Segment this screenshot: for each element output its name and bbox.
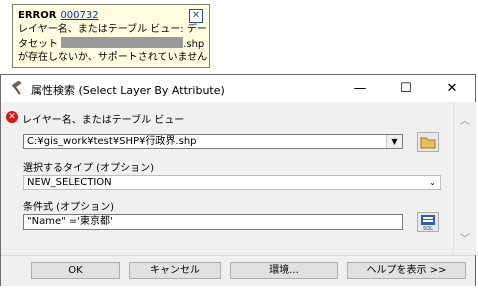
expression-value: "Name" ='東京都'	[27, 216, 113, 227]
cancel-button[interactable]: キャンセル	[129, 262, 221, 279]
minimize-button[interactable]: —	[337, 75, 383, 102]
error-label: ERROR	[18, 10, 57, 21]
vertical-scrollbar[interactable]: ︿ ﹀	[453, 102, 476, 255]
tooltip-close-button[interactable]: ✕	[189, 9, 203, 23]
layer-value: C:¥gis_work¥test¥SHP¥行政界.shp	[27, 136, 197, 147]
title-bar: 属性検索 (Select Layer By Attribute) — ☐ ✕	[1, 75, 475, 102]
selection-type-value: NEW_SELECTION	[27, 177, 112, 188]
selection-type-label: 選択するタイプ (オプション)	[23, 163, 154, 174]
chevron-down-icon[interactable]: ⌄	[425, 176, 440, 189]
error-header: ERROR 000732	[18, 9, 99, 23]
browse-folder-button[interactable]	[417, 132, 439, 152]
error-x-icon: ✕	[6, 111, 18, 123]
ok-button[interactable]: OK	[31, 262, 120, 279]
error-message-prefix: タセット	[18, 39, 58, 50]
redacted-path	[61, 37, 184, 48]
layer-label: レイヤー名、またはテーブル ビュー	[22, 115, 185, 126]
close-button[interactable]: ✕	[429, 75, 475, 102]
layer-select[interactable]: C:¥gis_work¥test¥SHP¥行政界.shp ▼	[23, 134, 403, 149]
selection-type-select[interactable]: NEW_SELECTION ⌄	[23, 175, 441, 190]
error-message-line2: タセット .shp	[18, 37, 204, 52]
error-message-line3: が存在しないか、サポートされていません	[18, 52, 208, 63]
show-help-button[interactable]: ヘルプを表示 >>	[347, 262, 466, 279]
scroll-down-icon[interactable]: ﹀	[458, 230, 472, 245]
svg-text:SQL: SQL	[423, 226, 433, 231]
hammer-icon	[11, 81, 22, 95]
sql-icon: SQL	[421, 215, 435, 232]
button-bar: OK キャンセル 環境... ヘルプを表示 >>	[1, 255, 475, 286]
chevron-down-icon[interactable]: ▼	[386, 135, 402, 148]
parameters-panel: ✕ レイヤー名、またはテーブル ビュー C:¥gis_work¥test¥SHP…	[1, 102, 453, 255]
scroll-up-icon[interactable]: ︿	[458, 112, 472, 127]
sql-builder-button[interactable]: SQL	[417, 212, 439, 232]
window-title: 属性検索 (Select Layer By Attribute)	[31, 84, 225, 97]
error-code-link[interactable]: 000732	[60, 10, 98, 21]
expression-input[interactable]: "Name" ='東京都'	[23, 214, 403, 230]
folder-icon	[420, 137, 436, 149]
environments-button[interactable]: 環境...	[230, 262, 338, 279]
select-layer-dialog: 属性検索 (Select Layer By Attribute) — ☐ ✕ ✕…	[0, 74, 476, 286]
maximize-button[interactable]: ☐	[383, 75, 429, 102]
error-message-suffix: .shp	[183, 39, 205, 50]
error-message-line1: レイヤー名、またはテーブル ビュー: デー	[18, 24, 207, 35]
error-tooltip: ERROR 000732 ✕ レイヤー名、またはテーブル ビュー: デー タセット…	[12, 4, 210, 68]
expression-label: 条件式 (オプション)	[23, 202, 114, 213]
